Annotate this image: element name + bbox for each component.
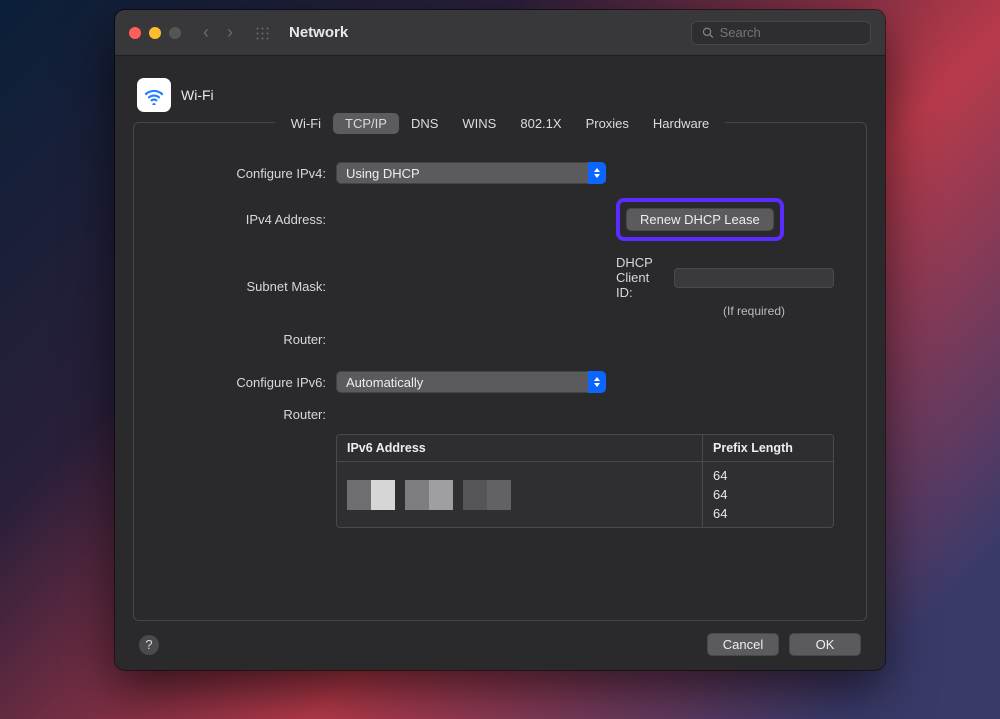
tab-tcpip[interactable]: TCP/IP <box>333 113 399 134</box>
tabstrip: Wi-Fi TCP/IP DNS WINS 802.1X Proxies Har… <box>275 113 726 134</box>
col-prefix-length[interactable]: Prefix Length <box>703 435 833 461</box>
select-configure-ipv4[interactable]: Using DHCP <box>336 162 606 184</box>
tab-wins[interactable]: WINS <box>450 113 508 134</box>
label-ipv4-address: IPv4 Address: <box>166 212 326 227</box>
label-router6: Router: <box>166 407 326 422</box>
traffic-lights <box>129 27 181 39</box>
titlebar: ‹ › Network <box>115 10 885 56</box>
nav-arrows: ‹ › <box>197 20 239 45</box>
tab-8021x[interactable]: 802.1X <box>508 113 573 134</box>
prefix-length-row: 64 <box>713 468 823 483</box>
dhcp-client-id-input[interactable] <box>674 268 834 288</box>
select-ipv4-value: Using DHCP <box>346 166 420 181</box>
chevron-updown-icon <box>588 371 606 393</box>
tcpip-form: Configure IPv4: Using DHCP IPv4 Address:… <box>144 144 856 428</box>
back-button[interactable]: ‹ <box>197 20 215 45</box>
tab-wifi[interactable]: Wi-Fi <box>279 113 333 134</box>
settings-panel: Wi-Fi TCP/IP DNS WINS 802.1X Proxies Har… <box>133 122 867 621</box>
cancel-button[interactable]: Cancel <box>707 633 779 656</box>
prefix-length-row: 64 <box>713 487 823 502</box>
label-router4: Router: <box>166 332 326 347</box>
label-subnet-mask: Subnet Mask: <box>166 279 326 294</box>
window-title: Network <box>289 24 348 41</box>
help-button[interactable]: ? <box>139 635 159 655</box>
search-field[interactable] <box>691 21 871 45</box>
renew-dhcp-lease-button[interactable]: Renew DHCP Lease <box>626 208 774 231</box>
wifi-icon <box>137 78 171 112</box>
highlight-renew-dhcp: Renew DHCP Lease <box>616 198 784 241</box>
label-configure-ipv6: Configure IPv6: <box>166 375 326 390</box>
tab-proxies[interactable]: Proxies <box>574 113 641 134</box>
select-ipv6-value: Automatically <box>346 375 423 390</box>
ok-button[interactable]: OK <box>789 633 861 656</box>
zoom-window-button[interactable] <box>169 27 181 39</box>
show-all-button[interactable] <box>255 26 271 40</box>
ipv6-prefix-cells: 64 64 64 <box>703 462 833 527</box>
col-ipv6-address[interactable]: IPv6 Address <box>337 435 703 461</box>
search-icon <box>702 26 714 39</box>
prefix-length-row: 64 <box>713 506 823 521</box>
label-dhcp-client-id: DHCP Client ID: <box>616 255 666 300</box>
minimize-window-button[interactable] <box>149 27 161 39</box>
ipv6-address-cells <box>337 462 703 527</box>
select-configure-ipv6[interactable]: Automatically <box>336 371 606 393</box>
sheet-title: Wi-Fi <box>181 87 214 103</box>
hint-if-required: (If required) <box>674 304 834 318</box>
footer: ? Cancel OK <box>133 621 867 656</box>
forward-button[interactable]: › <box>221 20 239 45</box>
window-body: Wi-Fi Wi-Fi TCP/IP DNS WINS 802.1X Proxi… <box>115 56 885 670</box>
tab-hardware[interactable]: Hardware <box>641 113 721 134</box>
close-window-button[interactable] <box>129 27 141 39</box>
label-configure-ipv4: Configure IPv4: <box>166 166 326 181</box>
ipv6-table: IPv6 Address Prefix Length 64 64 64 <box>336 434 834 528</box>
tab-dns[interactable]: DNS <box>399 113 450 134</box>
search-input[interactable] <box>720 25 860 40</box>
chevron-updown-icon <box>588 162 606 184</box>
preferences-window: ‹ › Network Wi-Fi Wi-Fi TCP/IP DNS WINS … <box>115 10 885 670</box>
